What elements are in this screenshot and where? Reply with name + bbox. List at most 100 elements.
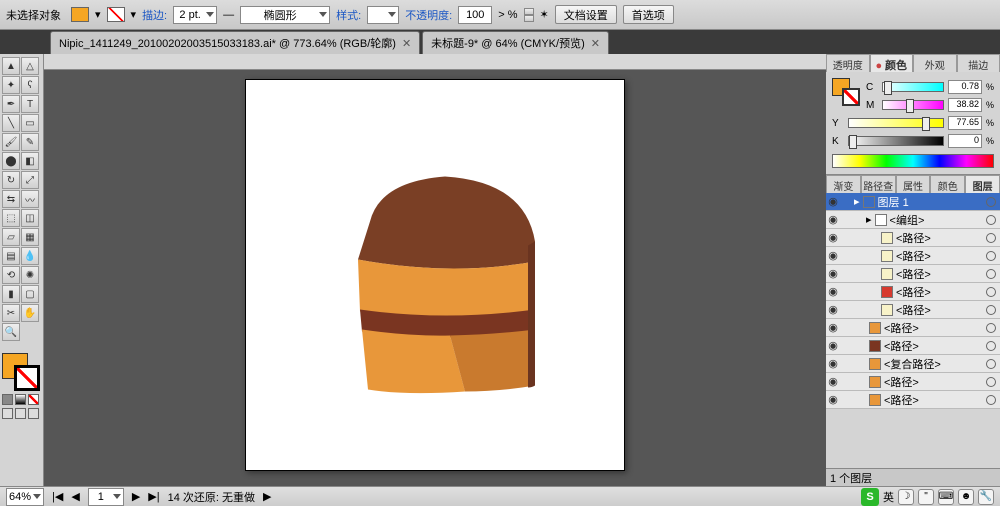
doc-tab-0[interactable]: Nipic_1411249_20100202003515033183.ai* @…	[50, 31, 420, 54]
fill-swatch[interactable]	[71, 7, 89, 22]
fill-caret[interactable]: ▾	[95, 8, 101, 21]
layer-row[interactable]: ◉<路径>	[826, 265, 1000, 283]
magic-wand-tool[interactable]: ✦	[2, 76, 20, 94]
lasso-tool[interactable]: ʕ	[21, 76, 39, 94]
doc-setup-button[interactable]: 文档设置	[555, 5, 617, 24]
target-icon[interactable]	[986, 215, 996, 225]
blob-brush-tool[interactable]: ⬤	[2, 152, 20, 170]
tab-attributes[interactable]: 属性	[896, 175, 931, 193]
layer-row[interactable]: ◉<路径>	[826, 283, 1000, 301]
color-slider-K[interactable]: K0%	[832, 132, 994, 150]
pen-tool[interactable]: ✒	[2, 95, 20, 113]
width-tool[interactable]: ⇆	[2, 190, 20, 208]
recolor-icon[interactable]: ✶	[540, 8, 549, 21]
eraser-tool[interactable]: ◧	[21, 152, 39, 170]
gradient-mode-icon[interactable]	[15, 394, 26, 405]
gradient-tool[interactable]: ▤	[2, 247, 20, 265]
layer-row[interactable]: ◉▸图层 1	[826, 193, 1000, 211]
target-icon[interactable]	[986, 359, 996, 369]
fill-stroke-control[interactable]	[2, 353, 40, 391]
target-icon[interactable]	[986, 305, 996, 315]
brush-combo[interactable]: 椭圆形	[240, 6, 330, 24]
none-mode-icon[interactable]	[28, 394, 39, 405]
screen-present-icon[interactable]	[28, 408, 39, 419]
sogou-ime-icon[interactable]: S	[861, 488, 879, 506]
blend-tool[interactable]: ⟲	[2, 266, 20, 284]
nav-first-icon[interactable]: |◀	[52, 490, 63, 503]
layer-row[interactable]: ◉<路径>	[826, 337, 1000, 355]
panel-fill-stroke[interactable]	[832, 78, 860, 106]
direct-select-tool[interactable]: △	[21, 57, 39, 75]
color-spectrum[interactable]	[832, 154, 994, 168]
line-tool[interactable]: ╲	[2, 114, 20, 132]
nav-last-icon[interactable]: ▶|	[148, 490, 159, 503]
opacity-stepper[interactable]	[524, 8, 534, 22]
visibility-icon[interactable]: ◉	[826, 393, 840, 406]
color-slider-C[interactable]: C0.78%	[866, 78, 994, 96]
scale-tool[interactable]: ⤢	[21, 171, 39, 189]
tab-color[interactable]: ● 颜色	[870, 54, 914, 72]
target-icon[interactable]	[986, 197, 996, 207]
tab-gradient[interactable]: 渐变	[826, 175, 861, 193]
target-icon[interactable]	[986, 287, 996, 297]
target-icon[interactable]	[986, 341, 996, 351]
visibility-icon[interactable]: ◉	[826, 303, 840, 316]
zoom-tool[interactable]: 🔍	[2, 323, 20, 341]
close-icon[interactable]: ✕	[591, 37, 600, 50]
prefs-button[interactable]: 首选项	[623, 5, 674, 24]
dash-icon[interactable]: —	[223, 9, 234, 21]
pencil-tool[interactable]: ✎	[21, 133, 39, 151]
free-transform-tool[interactable]: ⬚	[2, 209, 20, 227]
tab-pathfinder[interactable]: 路径查	[861, 175, 896, 193]
target-icon[interactable]	[986, 269, 996, 279]
target-icon[interactable]	[986, 323, 996, 333]
visibility-icon[interactable]: ◉	[826, 213, 840, 226]
layer-row[interactable]: ◉▸<编组>	[826, 211, 1000, 229]
close-icon[interactable]: ✕	[402, 37, 411, 50]
selection-tool[interactable]: ▲	[2, 57, 20, 75]
layer-row[interactable]: ◉<路径>	[826, 373, 1000, 391]
warp-tool[interactable]: 〰	[21, 190, 39, 208]
ime-moon-icon[interactable]: ☽	[898, 489, 914, 505]
color-slider-M[interactable]: M38.82%	[866, 96, 994, 114]
status-play-icon[interactable]: ▶	[263, 490, 271, 503]
visibility-icon[interactable]: ◉	[826, 231, 840, 244]
style-combo[interactable]	[367, 6, 399, 24]
visibility-icon[interactable]: ◉	[826, 249, 840, 262]
nav-next-icon[interactable]: ▶	[132, 490, 140, 503]
expand-icon[interactable]: ▸	[866, 213, 872, 226]
stroke-weight-input[interactable]	[173, 6, 217, 24]
opacity-input[interactable]	[458, 6, 492, 24]
shape-builder-tool[interactable]: ◫	[21, 209, 39, 227]
visibility-icon[interactable]: ◉	[826, 357, 840, 370]
visibility-icon[interactable]: ◉	[826, 195, 840, 208]
symbol-sprayer-tool[interactable]: ✺	[21, 266, 39, 284]
layer-row[interactable]: ◉<路径>	[826, 391, 1000, 409]
rectangle-tool[interactable]: ▭	[21, 114, 39, 132]
rotate-tool[interactable]: ↻	[2, 171, 20, 189]
ime-emotion-icon[interactable]: ☻	[958, 489, 974, 505]
ime-lang[interactable]: 英	[883, 489, 894, 505]
canvas[interactable]	[44, 54, 826, 486]
stroke-swatch[interactable]	[107, 7, 125, 22]
screen-normal-icon[interactable]	[2, 408, 13, 419]
tab-stroke[interactable]: 描边	[957, 54, 1000, 72]
visibility-icon[interactable]: ◉	[826, 339, 840, 352]
nav-prev-icon[interactable]: ◀	[71, 490, 79, 503]
doc-tab-1[interactable]: 未标题-9* @ 64% (CMYK/预览)✕	[422, 31, 609, 54]
expand-icon[interactable]: ▸	[854, 195, 860, 208]
target-icon[interactable]	[986, 233, 996, 243]
eyedropper-tool[interactable]: 💧	[21, 247, 39, 265]
visibility-icon[interactable]: ◉	[826, 267, 840, 280]
layer-row[interactable]: ◉<复合路径>	[826, 355, 1000, 373]
visibility-icon[interactable]: ◉	[826, 285, 840, 298]
layer-row[interactable]: ◉<路径>	[826, 319, 1000, 337]
graph-tool[interactable]: ▮	[2, 285, 20, 303]
tab-swatches[interactable]: 颜色	[930, 175, 965, 193]
stroke-caret[interactable]: ▾	[131, 8, 137, 21]
tab-layers[interactable]: 图层	[965, 175, 1000, 193]
tab-transparency[interactable]: 透明度	[826, 54, 870, 72]
visibility-icon[interactable]: ◉	[826, 321, 840, 334]
zoom-combo[interactable]: 64%	[6, 488, 44, 506]
color-slider-Y[interactable]: Y77.65%	[832, 114, 994, 132]
